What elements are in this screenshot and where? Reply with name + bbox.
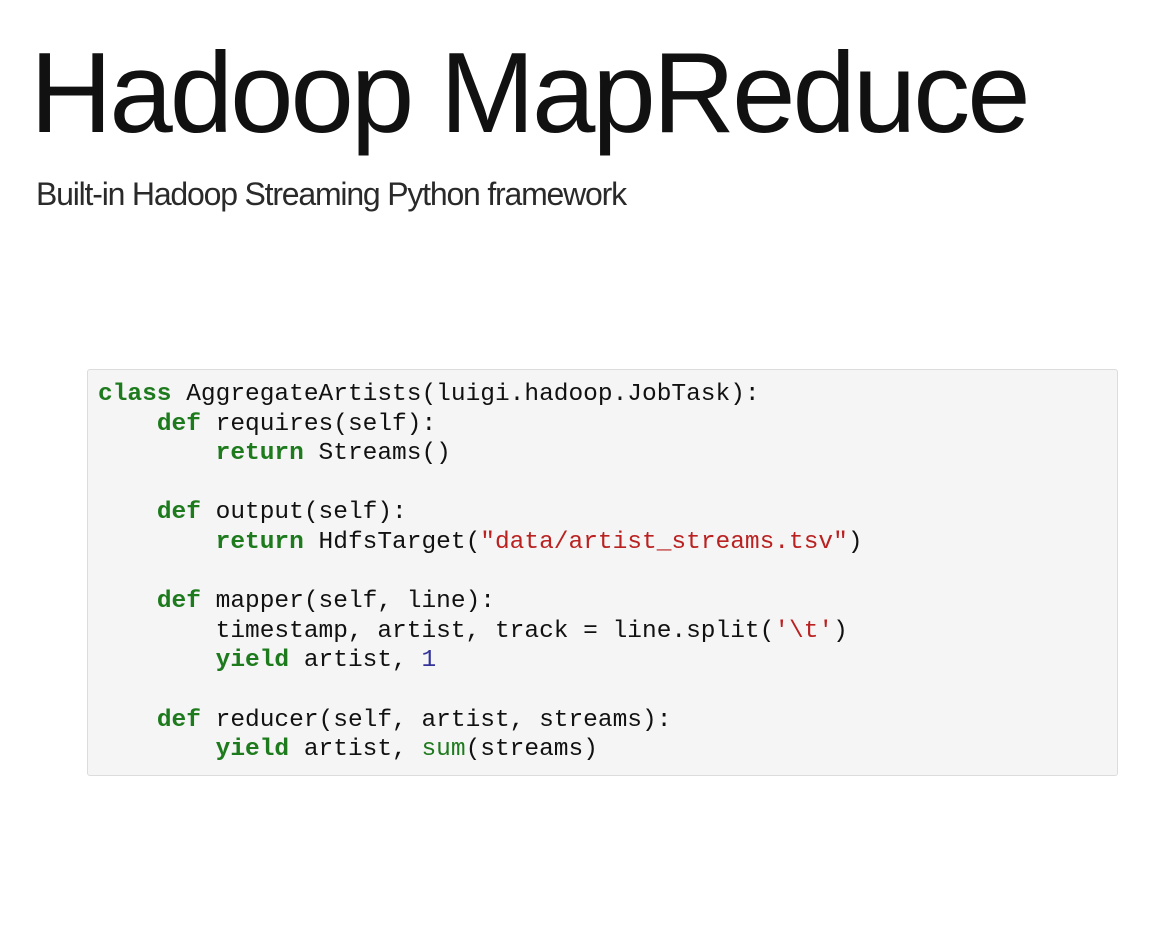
- code-token-plain: mapper(self, line):: [200, 588, 495, 616]
- code-token-plain: ): [847, 528, 863, 556]
- code-token-str: '\t': [774, 617, 834, 645]
- code-token-builtin: sum: [421, 736, 466, 764]
- code-listing: class AggregateArtists(luigi.hadoop.JobT…: [98, 380, 863, 765]
- slide-subtitle: Built-in Hadoop Streaming Python framewo…: [36, 176, 627, 212]
- code-token-plain: artist,: [289, 736, 422, 764]
- code-line: def reducer(self, artist, streams):: [98, 706, 863, 736]
- code-block: class AggregateArtists(luigi.hadoop.JobT…: [87, 369, 1118, 776]
- code-token-kw: return: [215, 528, 304, 556]
- code-token-plain: Streams(): [303, 440, 451, 468]
- code-token-kw: def: [156, 499, 201, 527]
- code-token-kw: def: [156, 706, 201, 734]
- code-token-plain: timestamp, artist, track = line.split(: [98, 617, 775, 645]
- code-line: yield artist, sum(streams): [98, 735, 863, 765]
- code-line: return Streams(): [98, 439, 863, 469]
- code-token-kw: yield: [215, 647, 290, 675]
- code-line: def mapper(self, line):: [98, 587, 863, 617]
- code-line: def output(self):: [98, 498, 863, 528]
- code-token-plain: output(self):: [200, 499, 407, 527]
- code-token-plain: ): [833, 617, 848, 645]
- code-token-kw: yield: [215, 736, 290, 764]
- code-token-kw: def: [156, 588, 201, 616]
- code-token-plain: HdfsTarget(: [303, 528, 481, 556]
- code-token-plain: (streams): [465, 736, 598, 764]
- code-token-num: 1: [421, 647, 437, 675]
- code-token-plain: requires(self):: [200, 410, 437, 438]
- code-line: yield artist, 1: [98, 646, 863, 676]
- code-token-kw: return: [215, 440, 304, 468]
- code-token-str: "data/artist_streams.tsv": [480, 528, 848, 556]
- code-token-plain: reducer(self, artist, streams):: [200, 706, 672, 734]
- code-line: def requires(self):: [98, 410, 863, 440]
- code-token-kw: def: [156, 410, 201, 438]
- code-token-kw: class: [98, 381, 172, 408]
- slide-title: Hadoop MapReduce: [30, 30, 1031, 157]
- code-line: return HdfsTarget("data/artist_streams.t…: [98, 528, 863, 558]
- code-line: class AggregateArtists(luigi.hadoop.JobT…: [98, 380, 863, 410]
- code-token-plain: artist,: [289, 647, 422, 675]
- code-line: timestamp, artist, track = line.split('\…: [98, 617, 863, 647]
- code-token-plain: AggregateArtists(luigi.hadoop.JobTask):: [171, 381, 760, 408]
